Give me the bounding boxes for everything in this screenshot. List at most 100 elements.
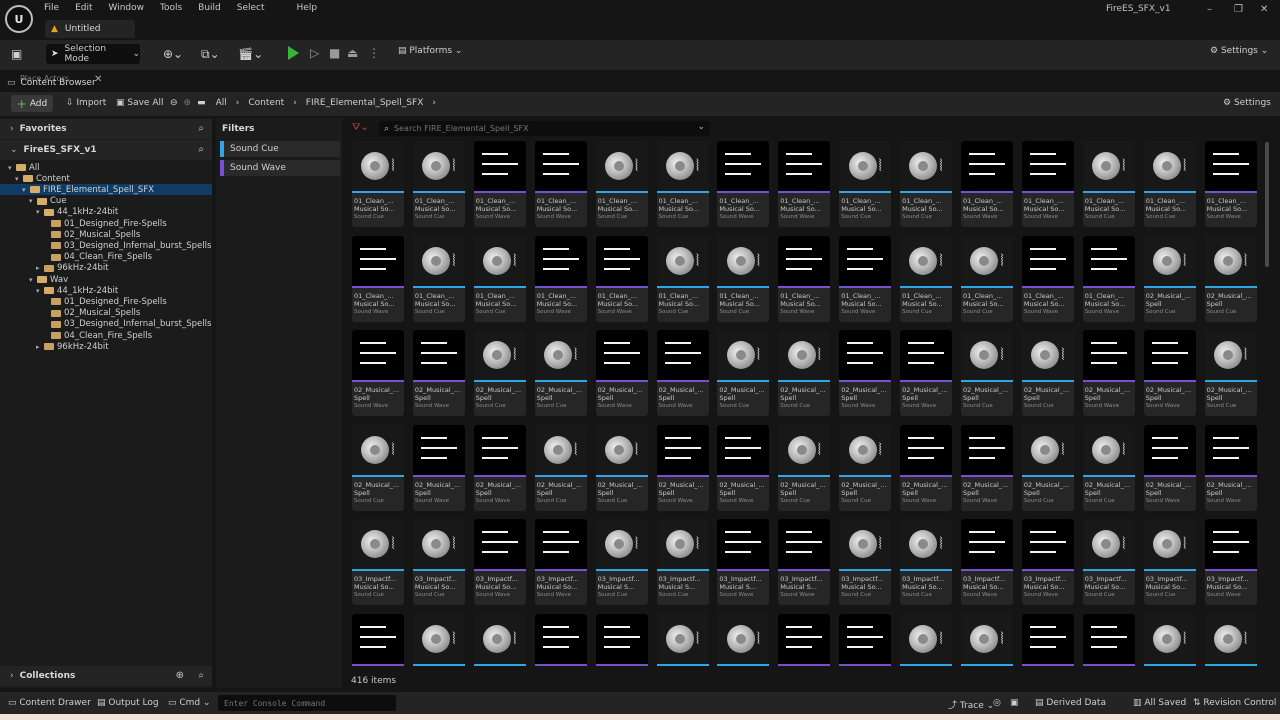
asset-tile[interactable]: 01_Clean_... Musical So... Sound Wave <box>839 235 892 322</box>
asset-tile[interactable]: ⦚ 01_Clean_... Musical So... Sound Cue <box>839 141 892 227</box>
blueprint-icon[interactable]: ⧉⌄ <box>201 47 220 62</box>
asset-tile[interactable]: ⦚ 02_Musical_... Spell Sound Cue <box>473 330 526 416</box>
asset-tile[interactable]: ⦚ 03_Impactf... Musical So... Sound Cue <box>412 519 465 605</box>
asset-tile[interactable]: 01_Clean_... Musical So... Sound Wave <box>1021 141 1074 227</box>
asset-tile[interactable]: 03_Impactf... Musical So... Sound Wave <box>961 519 1013 605</box>
menu-help[interactable]: Help <box>297 3 318 15</box>
asset-tile[interactable]: 01_Clean_... Musical So... Sound Wave <box>473 141 526 227</box>
save-all-button[interactable]: ▣ Save All <box>116 98 164 108</box>
play-button[interactable] <box>288 46 299 60</box>
asset-tile[interactable]: ⦚ 02_Musical_... Spell Sound Cue <box>595 424 648 511</box>
asset-tile[interactable]: ⦚ 01_Clean_... Musical So... Sound Cue <box>961 235 1013 322</box>
add-button[interactable]: + Add <box>11 95 53 112</box>
asset-tile[interactable]: 02_Musical_... Spell Sound Wave <box>839 330 892 416</box>
history-forward-icon[interactable]: ⊕ <box>184 98 192 108</box>
chevron-right-icon[interactable]: ▸ <box>36 343 44 351</box>
tree-folder[interactable]: 04_Clean_Fire_Spells <box>0 330 212 341</box>
content-drawer-button[interactable]: ▭ Content Drawer <box>8 698 91 708</box>
tree-folder[interactable]: 02_Musical_Spells <box>0 308 212 319</box>
asset-tile[interactable]: 01_Clean_... Musical So... Sound Wave <box>352 235 404 322</box>
search-icon[interactable]: ⌕ <box>198 670 204 681</box>
screenshot-icon[interactable]: ▣ <box>1010 698 1019 708</box>
asset-tile[interactable]: ⦚ 01_Clean_... Musical So... Sound Cue <box>900 141 953 227</box>
asset-tile[interactable]: 01_Clean_... Musical So... Sound Wave <box>1204 141 1257 227</box>
asset-tile[interactable]: Sound Wave <box>595 613 648 666</box>
cmd-dropdown[interactable]: ▭ Cmd ⌄ <box>168 698 211 708</box>
asset-tile[interactable]: ⦚ 01_Clean_... Musical So... Sound Cue <box>656 235 709 322</box>
asset-tile[interactable]: ⦚ 01_Clean_... Musical So... Sound Cue <box>900 235 953 322</box>
cb-settings-button[interactable]: ⚙ Settings <box>1223 98 1271 108</box>
asset-tile[interactable]: ⦚ 02_Musical_... Spell Sound Cue <box>534 330 587 416</box>
import-button[interactable]: ⇩ Import <box>66 98 106 108</box>
tree-folder[interactable]: ▾ 44_1kHz-24bit <box>0 285 212 296</box>
asset-tile[interactable]: ⦚ 01_Clean_... Musical So... Sound Cue <box>717 235 770 322</box>
asset-tile[interactable]: 03_Impactf... Musical So... Sound Wave <box>534 519 587 605</box>
asset-tile[interactable]: ⦚ 03_Impactf... Musical S... Sound Cue <box>595 519 648 605</box>
stop-icon[interactable]: ■ <box>329 46 340 60</box>
menu-build[interactable]: Build <box>198 3 221 15</box>
asset-tile[interactable]: Sound Wave <box>352 613 404 666</box>
chevron-down-icon[interactable]: ▾ <box>22 186 30 194</box>
asset-tile[interactable]: ⦚Sound Cue <box>656 613 709 666</box>
add-actor-icon[interactable]: ⊕⌄ <box>163 47 183 61</box>
all-saved-button[interactable]: ▥ All Saved <box>1133 698 1186 708</box>
tree-folder[interactable]: ▾ 44_1kHz-24bit <box>0 207 212 218</box>
asset-tile[interactable]: 02_Musical_... Spell Sound Wave <box>595 330 648 416</box>
output-log-button[interactable]: ▤ Output Log <box>97 698 159 708</box>
tab-content-browser[interactable]: ▭ Content Browser <box>4 75 104 91</box>
asset-tile[interactable]: ⦚Sound Cue <box>717 613 770 666</box>
tree-folder[interactable]: ▾ All <box>0 162 212 173</box>
chevron-right-icon[interactable]: ▸ <box>36 264 44 272</box>
asset-tile[interactable]: 01_Clean_... Musical So... Sound Wave <box>778 141 831 227</box>
project-tab[interactable]: ▲ Untitled <box>45 20 135 38</box>
asset-tile[interactable]: ⦚ 02_Musical_... Spell Sound Cue <box>1021 330 1074 416</box>
asset-tile[interactable]: 01_Clean_... Musical So... Sound Wave <box>1021 235 1074 322</box>
asset-tile[interactable]: 02_Musical_... Spell Sound Wave <box>961 424 1013 511</box>
menu-select[interactable]: Select <box>237 3 265 15</box>
close-window-icon[interactable]: ✕ <box>1260 4 1268 15</box>
tree-folder[interactable]: ▾ Content <box>0 173 212 184</box>
tree-folder[interactable]: 01_Designed_Fire-Spells <box>0 296 212 307</box>
asset-tile[interactable]: 01_Clean_... Musical So... Sound Wave <box>1082 235 1135 322</box>
asset-tile[interactable]: Sound Wave <box>839 613 892 666</box>
asset-tile[interactable]: 02_Musical_... Spell Sound Wave <box>1143 424 1196 511</box>
add-collection-icon[interactable]: ⊕ <box>176 670 184 681</box>
asset-tile[interactable]: 02_Musical_... Spell Sound Wave <box>1204 424 1257 511</box>
tree-folder[interactable]: ▾ FIRE_Elemental_Spell_SFX <box>0 184 212 196</box>
tree-folder[interactable]: ▾ Cue <box>0 196 212 207</box>
tree-folder[interactable]: 01_Designed_Fire-Spells <box>0 218 212 229</box>
asset-tile[interactable]: ⦚Sound Cue <box>473 613 526 666</box>
asset-tile[interactable]: ⦚ 01_Clean_... Musical So... Sound Cue <box>412 141 465 227</box>
filter-funnel-icon[interactable]: ⛛⌄ <box>352 122 369 133</box>
asset-tile[interactable]: 03_Impactf... Musical S... Sound Wave <box>717 519 770 605</box>
close-icon[interactable]: ✕ <box>94 74 102 85</box>
minimize-icon[interactable]: – <box>1207 4 1212 15</box>
asset-tile[interactable]: 01_Clean_... Musical So... Sound Wave <box>595 235 648 322</box>
menu-file[interactable]: File <box>44 3 59 15</box>
asset-tile[interactable]: ⦚ 02_Musical_... Spell Sound Cue <box>778 330 831 416</box>
asset-tile[interactable]: Sound Wave <box>534 613 587 666</box>
asset-tile[interactable]: ⦚ 02_Musical_... Spell Sound Cue <box>961 330 1013 416</box>
asset-tile[interactable]: 02_Musical_... Spell Sound Wave <box>656 424 709 511</box>
tree-folder[interactable]: 02_Musical_Spells <box>0 229 212 240</box>
asset-tile[interactable]: 02_Musical_... Spell Sound Wave <box>473 424 526 511</box>
asset-tile[interactable]: 02_Musical_... Spell Sound Wave <box>412 424 465 511</box>
asset-tile[interactable]: Sound Wave <box>1082 613 1135 666</box>
breadcrumb-content[interactable]: Content <box>248 98 284 108</box>
cinematics-icon[interactable]: 🎬︎⌄ <box>238 47 263 61</box>
asset-tile[interactable]: ⦚ 03_Impactf... Musical So... Sound Cue <box>1143 519 1196 605</box>
asset-tile[interactable]: 02_Musical_... Spell Sound Wave <box>1143 330 1196 416</box>
scrollbar[interactable] <box>1265 142 1269 267</box>
asset-tile[interactable]: 03_Impactf... Musical So... Sound Wave <box>1021 519 1074 605</box>
chevron-down-icon[interactable]: ▾ <box>29 276 37 284</box>
asset-tile[interactable]: ⦚ 02_Musical_... Spell Sound Cue <box>839 424 892 511</box>
platforms-dropdown[interactable]: ▤ Platforms ⌄ <box>398 46 462 56</box>
menu-edit[interactable]: Edit <box>75 3 92 15</box>
tree-folder[interactable]: ▾ Wav <box>0 274 212 285</box>
project-header[interactable]: ⌄ FireES_SFX_v1 ⌕ <box>0 140 212 160</box>
asset-tile[interactable]: ⦚ 02_Musical_... Spell Sound Cue <box>1204 330 1257 416</box>
asset-tile[interactable]: ⦚ 03_Impactf... Musical So... Sound Cue <box>352 519 404 605</box>
menu-tools[interactable]: Tools <box>160 3 182 15</box>
asset-tile[interactable]: ⦚ 02_Musical_... Spell Sound Cue <box>1082 424 1135 511</box>
asset-tile[interactable]: 01_Clean_... Musical So... Sound Wave <box>534 141 587 227</box>
